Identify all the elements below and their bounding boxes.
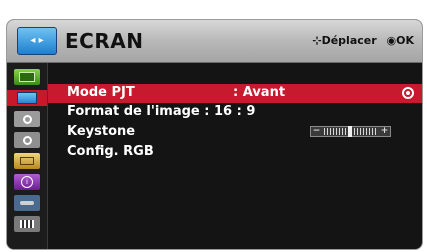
sidebar-item-time[interactable] (14, 132, 40, 148)
navigate-icon: ⊹ (312, 34, 322, 47)
menu-item-label: Mode PJT (67, 85, 135, 100)
menu-item-mode-pjt[interactable]: Mode PJT : Avant (48, 84, 422, 103)
selected-radio-icon (402, 87, 414, 99)
audio-icon (22, 114, 32, 124)
picture-icon (19, 72, 35, 82)
input-icon (20, 201, 34, 205)
plus-icon: + (380, 126, 389, 136)
media-icon (20, 220, 34, 228)
clock-icon (22, 135, 32, 145)
sidebar-item-media[interactable] (14, 216, 40, 232)
screen-arrows-icon: ◂ ▸ (30, 35, 44, 46)
sidebar-item-audio[interactable] (14, 111, 40, 127)
menu-content: Mode PJT : Avant Format de l'image : 16 … (48, 63, 422, 249)
menu-item-label: Keystone (67, 124, 136, 139)
osd-screen: ◂ ▸ ECRAN ⊹Déplacer ◉OK i Mode PJT: Ava… (0, 0, 427, 252)
menu-item-config-rgb[interactable]: Config. RGB (48, 143, 422, 162)
screen-icon: ◂ ▸ (17, 27, 57, 55)
menu-item-label: Config. RGB (67, 144, 154, 159)
menu-item-value: : Avant (233, 85, 286, 100)
keystone-slider[interactable]: − + (310, 126, 391, 137)
minus-icon: − (312, 126, 321, 136)
menu-item-label: Format de l'image : 16 : 9 (67, 104, 256, 119)
category-sidebar: i (7, 63, 48, 249)
move-hint: Déplacer (321, 34, 377, 47)
screen-menu-panel: ◂ ▸ ECRAN ⊹Déplacer ◉OK i Mode PJT: Ava… (6, 19, 423, 250)
sidebar-item-options[interactable] (14, 153, 40, 169)
info-icon: i (21, 176, 33, 188)
slider-thumb[interactable] (348, 126, 352, 137)
nav-hints: ⊹Déplacer ◉OK (312, 34, 414, 47)
menu-title: ECRAN (65, 29, 144, 53)
menu-header: ◂ ▸ ECRAN ⊹Déplacer ◉OK (7, 20, 422, 63)
screen-icon (17, 92, 37, 104)
sidebar-item-info[interactable]: i (14, 174, 40, 190)
ok-hint: OK (396, 34, 414, 47)
sidebar-item-input[interactable] (14, 195, 40, 211)
options-icon (20, 157, 34, 165)
sidebar-item-screen[interactable] (7, 90, 47, 106)
sidebar-item-picture[interactable] (14, 69, 40, 85)
menu-item-aspect-ratio[interactable]: Format de l'image : 16 : 9 (48, 103, 422, 122)
ok-icon: ◉ (386, 34, 397, 47)
menu-item-keystone[interactable]: Keystone − + (48, 123, 422, 142)
